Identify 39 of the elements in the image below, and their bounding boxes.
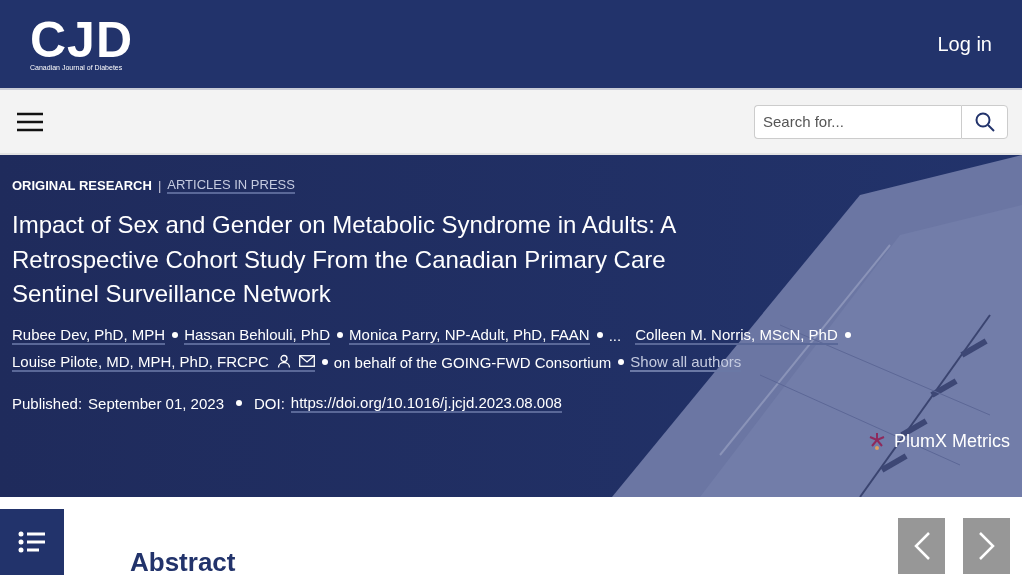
logo-mark: CJD	[30, 17, 134, 62]
section-link[interactable]: ARTICLES IN PRESS	[167, 177, 295, 194]
menu-button[interactable]	[16, 111, 44, 132]
author-link[interactable]: Rubee Dev, PhD, MPH	[12, 325, 166, 345]
bullet	[321, 359, 328, 365]
section-heading: Abstract	[130, 547, 237, 575]
bullet	[618, 359, 625, 365]
ellipsis-text: ...	[608, 326, 622, 344]
published-label: Published:	[12, 394, 83, 412]
bullet	[236, 400, 242, 406]
show-all-authors-link[interactable]: Show all authors	[630, 352, 742, 372]
article-category: ORIGINAL RESEARCH	[12, 178, 152, 193]
doi-link[interactable]: https://doi.org/10.1016/j.jcjd.2023.08.008	[290, 393, 562, 413]
doi-label: DOI:	[254, 394, 285, 412]
search-field[interactable]: Search for...	[754, 104, 961, 139]
mail-icon	[298, 355, 315, 367]
list-icon	[18, 531, 46, 553]
login-link[interactable]: Log in	[937, 32, 992, 56]
consortium-text: on behalf of the GOING-FWD Consortium	[333, 353, 612, 371]
search-button[interactable]	[961, 104, 1008, 139]
next-button[interactable]	[963, 518, 1010, 574]
outline-button[interactable]	[0, 509, 64, 575]
author-link[interactable]: Louise Pilote, MD, MPH, PhD, FRCPC	[12, 352, 315, 372]
bullet	[172, 332, 179, 338]
metrics-link[interactable]: PlumX Metrics	[868, 430, 1010, 452]
author-link[interactable]: Monica Parry, NP-Adult, PhD, FAAN	[349, 325, 590, 345]
chevron-left-icon	[912, 531, 931, 561]
bullet	[337, 332, 344, 338]
author-link[interactable]: Hassan Behlouli, PhD	[184, 325, 331, 345]
bullet	[844, 332, 851, 338]
published-date: September 01, 2023	[88, 394, 224, 412]
previous-button[interactable]	[898, 518, 945, 574]
asterisk-icon	[868, 431, 886, 451]
separator: |	[157, 178, 162, 193]
search-icon	[974, 111, 995, 132]
bullet	[596, 332, 603, 338]
author-link[interactable]: Colleen M. Norris, MScN, PhD	[635, 325, 838, 345]
article-title: Impact of Sex and Gender on Metabolic Syndrome in Adults: A Retrospective Cohort Study From the Canadian Primary Care Sentinel Surveillance Network	[12, 210, 677, 309]
chevron-right-icon	[977, 531, 996, 561]
